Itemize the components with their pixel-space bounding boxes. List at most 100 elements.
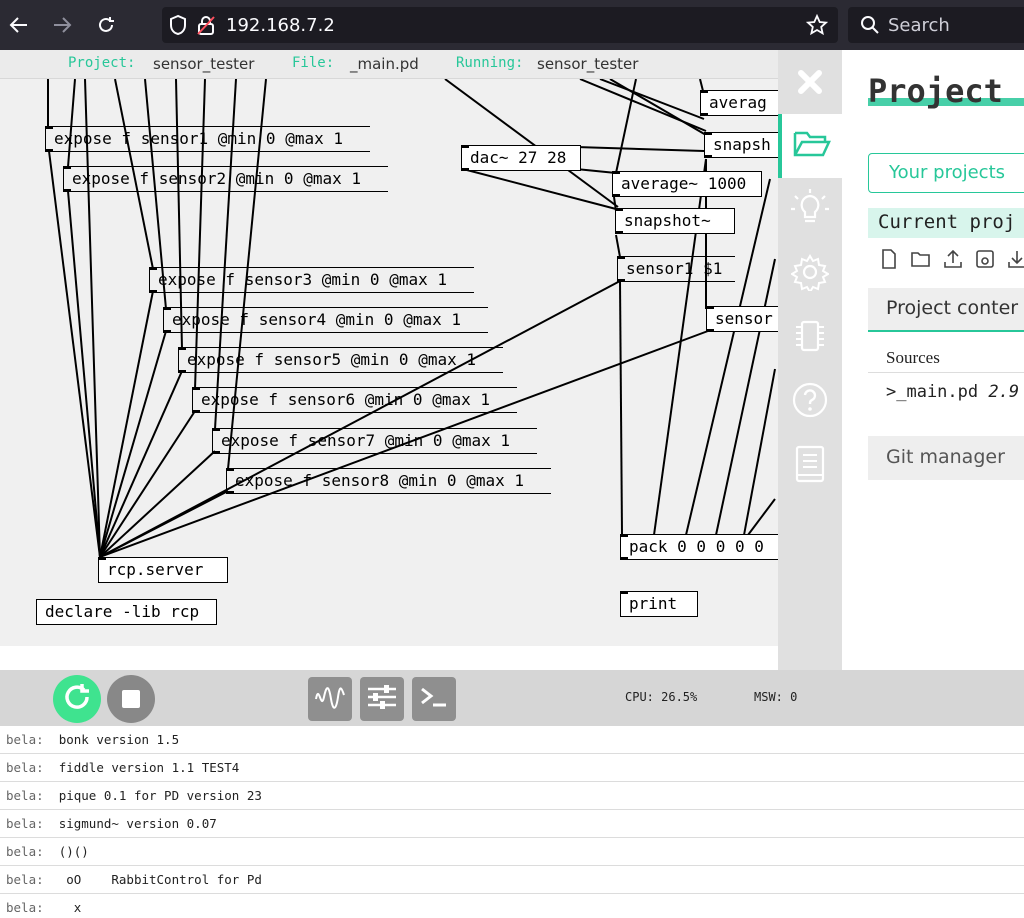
lightbulb-icon: [790, 188, 830, 233]
save-icon[interactable]: [974, 248, 996, 270]
settings-tab[interactable]: [778, 242, 842, 306]
console-message: ()(): [58, 844, 89, 859]
sensor1-message[interactable]: sensor1 $1: [617, 256, 735, 282]
console-message: fiddle version 1.1 TEST4: [58, 760, 240, 775]
insecure-lock-icon[interactable]: [196, 14, 216, 41]
file-value: _main.pd: [350, 55, 419, 73]
console-message: pique 0.1 for PD version 23: [58, 788, 262, 803]
open-folder-icon[interactable]: [910, 248, 932, 270]
expose-sensor1-object[interactable]: expose f sensor1 @min 0 @max 1: [45, 126, 370, 152]
pin-diagram-tab[interactable]: [778, 306, 842, 370]
sources-divider: [868, 372, 1024, 373]
download-icon[interactable]: [1006, 248, 1024, 270]
declare-object[interactable]: declare -lib rcp: [36, 599, 217, 625]
expose-sensor6-object[interactable]: expose f sensor6 @min 0 @max 1: [192, 387, 517, 413]
book-icon: [792, 444, 828, 489]
current-project-heading: Current proj: [868, 208, 1024, 238]
console-message: bonk version 1.5: [58, 732, 180, 747]
console-line: bela: x: [0, 894, 1024, 918]
console-line: bela: bonk version 1.5: [0, 726, 1024, 754]
back-icon[interactable]: [2, 8, 36, 42]
file-key: File:: [292, 55, 335, 71]
expose-sensor5-object[interactable]: expose f sensor5 @min 0 @max 1: [178, 347, 503, 373]
sensor-message-2[interactable]: sensor: [706, 306, 778, 332]
url-text[interactable]: 192.168.7.2: [226, 15, 335, 36]
search-placeholder: Search: [888, 15, 950, 36]
average-object-2[interactable]: averag: [700, 90, 778, 116]
panel-title: Project: [868, 72, 1003, 110]
console-line: bela: pique 0.1 for PD version 23: [0, 782, 1024, 810]
waveform-icon: [314, 685, 346, 714]
snapshot-object-2[interactable]: snapsh: [704, 132, 778, 158]
console-button[interactable]: [412, 677, 456, 721]
expose-sensor2-object[interactable]: expose f sensor2 @min 0 @max 1: [63, 166, 388, 192]
chip-icon: [791, 317, 829, 360]
project-contents-section[interactable]: Project conter: [868, 288, 1024, 332]
print-object[interactable]: print: [620, 591, 698, 617]
console-source: bela:: [6, 816, 44, 831]
forward-icon[interactable]: [45, 8, 79, 42]
expose-sensor3-object[interactable]: expose f sensor3 @min 0 @max 1: [149, 267, 474, 293]
help-tab[interactable]: [778, 370, 842, 434]
source-file-item[interactable]: >_main.pd 2.9: [886, 382, 1019, 402]
stop-button[interactable]: [107, 675, 155, 723]
console-source: bela:: [6, 844, 44, 859]
new-file-icon[interactable]: [878, 248, 900, 270]
console-message: sigmund~ version 0.07: [58, 816, 217, 831]
console-line: bela: sigmund~ version 0.07: [0, 810, 1024, 838]
search-icon: [860, 15, 880, 40]
help-icon: [791, 381, 829, 424]
oscilloscope-button[interactable]: [308, 677, 352, 721]
upload-icon[interactable]: [942, 248, 964, 270]
console-message: x: [58, 900, 82, 915]
url-bar[interactable]: 192.168.7.2: [162, 7, 838, 43]
project-key: Project:: [68, 55, 136, 71]
patch-canvas[interactable]: expose f sensor1 @min 0 @max 1 expose f …: [0, 79, 778, 646]
git-manager-section[interactable]: Git manager: [868, 436, 1024, 480]
console-source: bela:: [6, 732, 44, 747]
project-panel: Project Your projects Current proj Proje…: [842, 50, 1024, 670]
console-source: bela:: [6, 900, 44, 915]
expose-sensor8-object[interactable]: expose f sensor8 @min 0 @max 1: [226, 468, 551, 494]
console-source: bela:: [6, 788, 44, 803]
msw-readout: MSW: 0: [754, 690, 798, 704]
cpu-readout: CPU: 26.5%: [625, 690, 698, 704]
expose-sensor7-object[interactable]: expose f sensor7 @min 0 @max 1: [212, 428, 537, 454]
console-line: bela: oO RabbitControl for Pd: [0, 866, 1024, 894]
console-line: bela: ()(): [0, 838, 1024, 866]
project-info-bar: Project: sensor_tester File: _main.pd Ru…: [0, 50, 778, 79]
your-projects-button[interactable]: Your projects: [868, 153, 1024, 193]
file-actions: [878, 248, 1024, 272]
dac-object[interactable]: dac~ 27 28: [461, 145, 581, 171]
bookmark-star-icon[interactable]: [805, 13, 829, 41]
examples-tab[interactable]: [778, 178, 842, 242]
bottom-toolbar: CPU: 26.5% MSW: 0: [0, 670, 1024, 726]
snapshot-object[interactable]: snapshot~: [615, 208, 735, 234]
documentation-tab[interactable]: [778, 434, 842, 498]
console-output[interactable]: bela: bonk version 1.5 bela: fiddle vers…: [0, 726, 1024, 918]
rcp-server-object[interactable]: rcp.server: [98, 557, 228, 583]
running-value: sensor_tester: [537, 55, 639, 73]
console-source: bela:: [6, 872, 44, 887]
source-file-name[interactable]: >_main.pd: [886, 382, 978, 402]
running-key: Running:: [456, 55, 524, 71]
console-line: bela: fiddle version 1.1 TEST4: [0, 754, 1024, 782]
search-input[interactable]: Search: [848, 7, 1024, 43]
shield-icon[interactable]: [168, 14, 188, 41]
project-value: sensor_tester: [153, 55, 255, 73]
expose-sensor4-object[interactable]: expose f sensor4 @min 0 @max 1: [163, 307, 488, 333]
sources-label: Sources: [886, 348, 940, 367]
pack-object[interactable]: pack 0 0 0 0 0: [620, 534, 778, 560]
stop-icon: [122, 690, 140, 708]
run-button[interactable]: [53, 675, 101, 723]
refresh-run-icon: [60, 680, 94, 719]
console-source: bela:: [6, 760, 44, 775]
average-object[interactable]: average~ 1000: [612, 171, 762, 197]
gui-controls-button[interactable]: [360, 677, 404, 721]
folder-open-icon: [793, 129, 831, 164]
source-file-size: 2.9: [988, 382, 1020, 402]
close-icon[interactable]: [778, 50, 842, 114]
reload-icon[interactable]: [89, 8, 123, 42]
browser-toolbar: 192.168.7.2 Search: [0, 0, 1024, 50]
project-explorer-tab[interactable]: [778, 114, 842, 178]
